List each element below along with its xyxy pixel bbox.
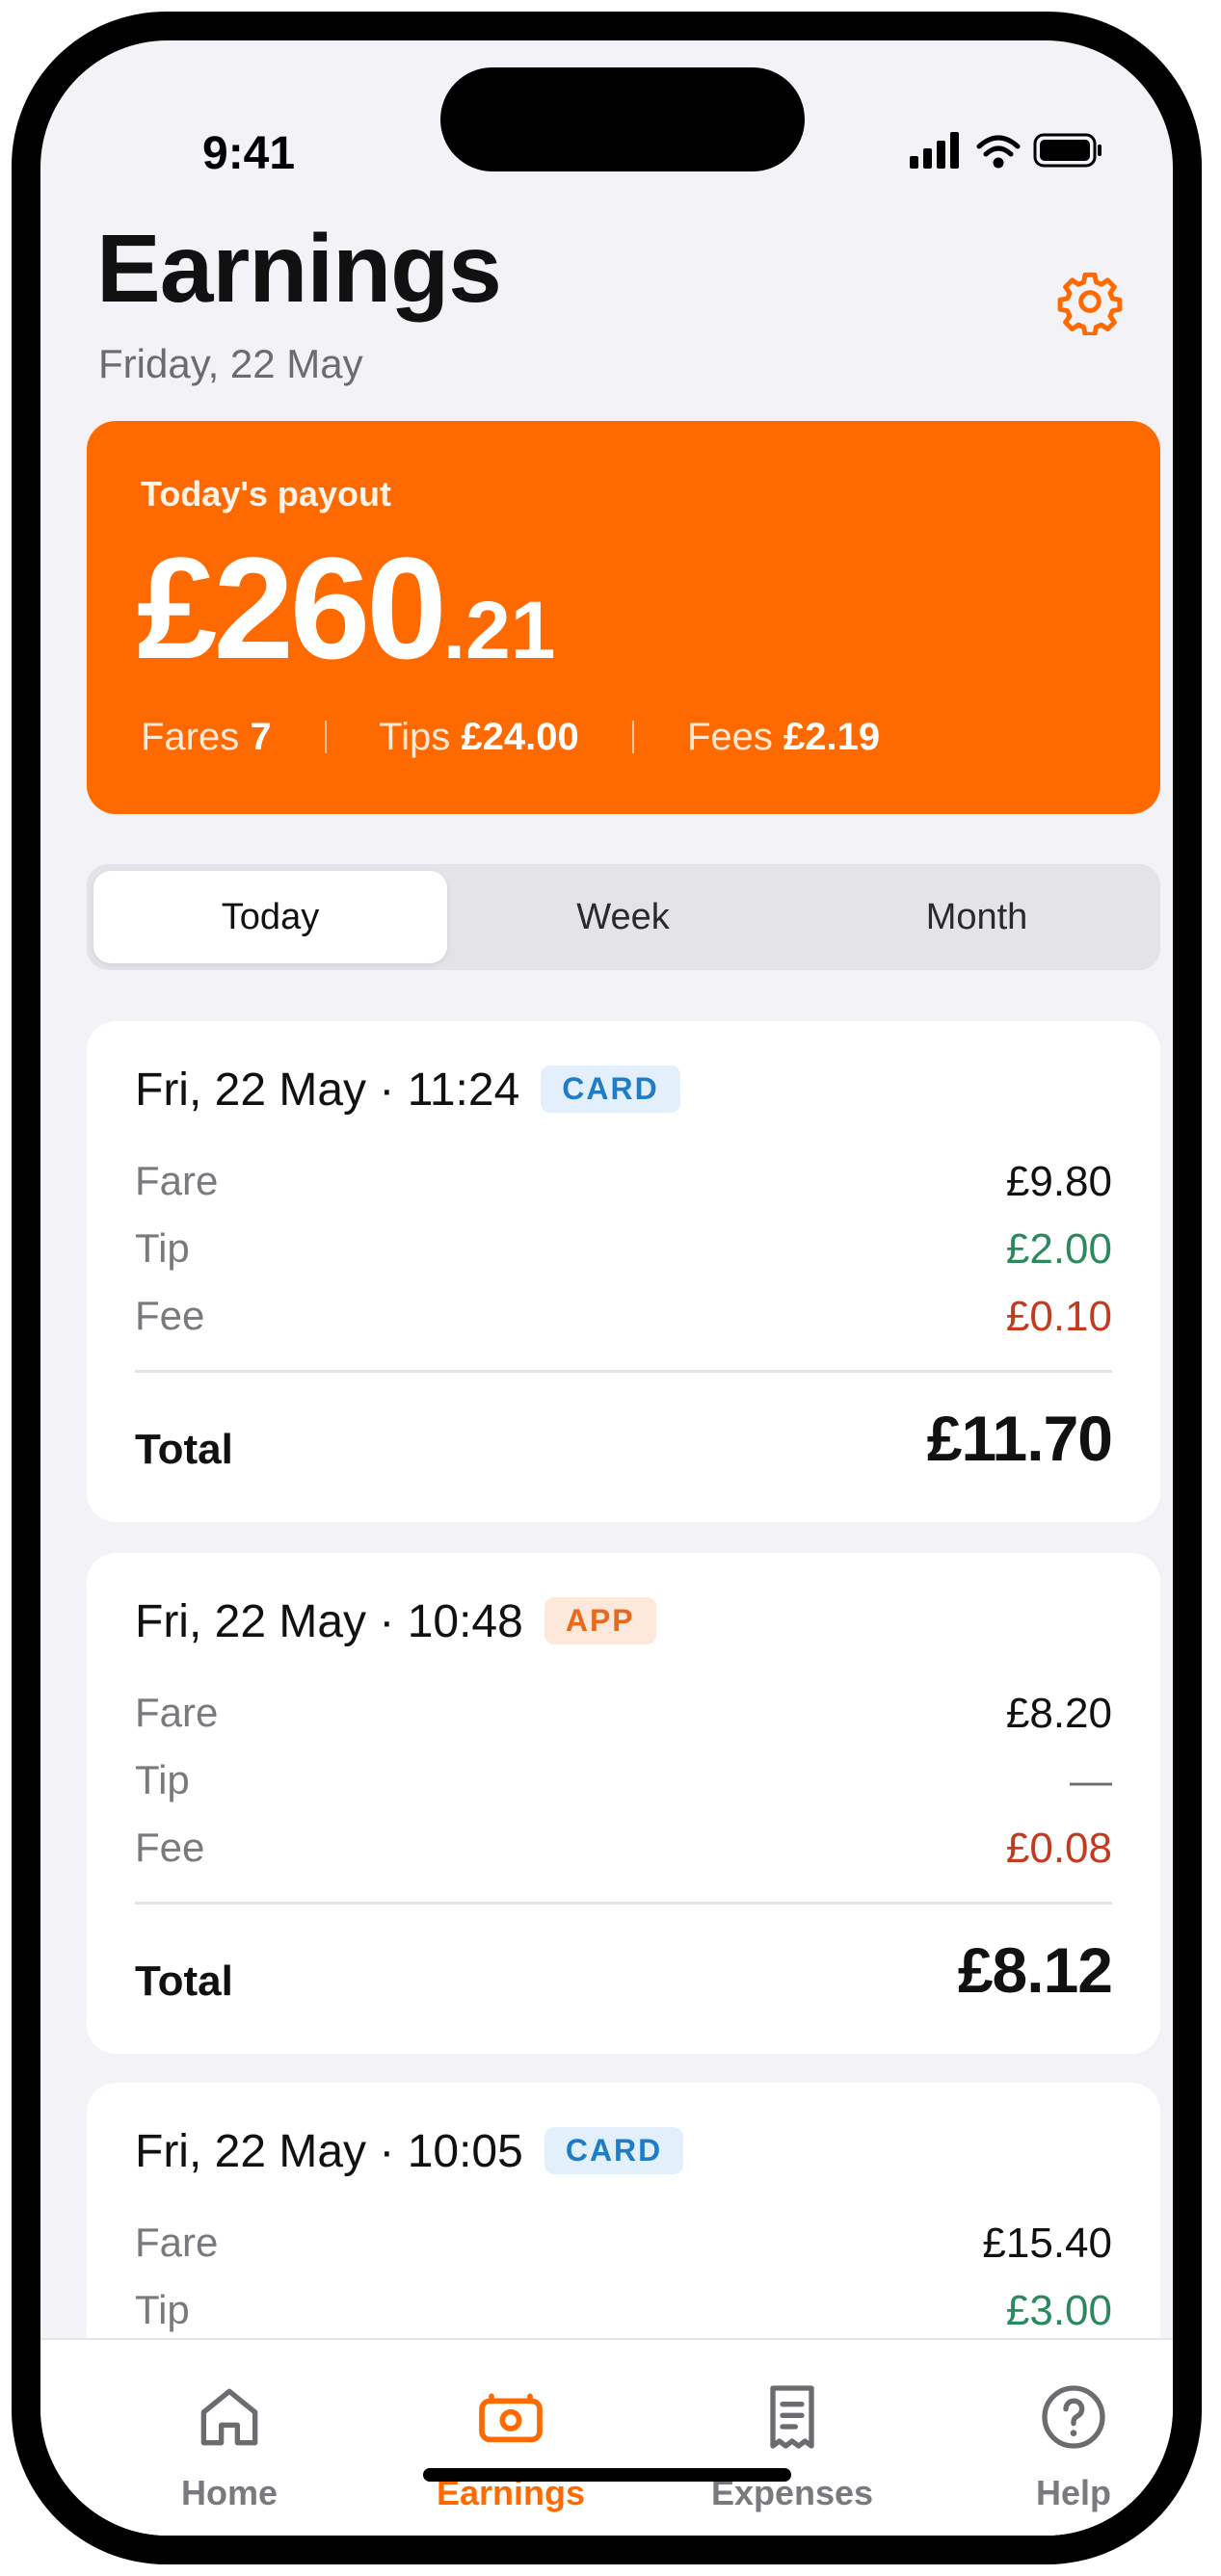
divider (135, 1902, 1112, 1905)
tab-earnings[interactable]: Earnings (414, 2379, 607, 2513)
payout-breakdown: Fares 7 Tips £24.00 Fees £2.19 (141, 716, 880, 759)
fare-value: £9.80 (1005, 1158, 1112, 1205)
fares-label: Fares (141, 716, 240, 758)
payment-badge: CARD (544, 2127, 684, 2174)
trip-card[interactable]: Fri, 22 May · 11:24 CARD Fare £9.80 Tip £… (87, 1021, 1160, 1522)
fees-value: £2.19 (783, 716, 881, 758)
trip-title: Fri, 22 May · 11:24 CARD (135, 1064, 680, 1117)
tip-value: £3.00 (1005, 2287, 1112, 2334)
tip-label: Tip (135, 1757, 190, 1802)
fare-row: Fare £9.80 (135, 1158, 1112, 1216)
page-title: Earnings (96, 215, 502, 323)
tab-bar: Home Earnings Expenses Help (40, 2338, 1173, 2536)
fare-value: £8.20 (1005, 1690, 1112, 1737)
tip-value: — (1070, 1757, 1112, 1804)
fare-row: Fare £15.40 (135, 2220, 1112, 2277)
payment-badge: APP (544, 1597, 656, 1644)
separator (324, 721, 327, 753)
wifi-icon (976, 135, 1021, 169)
payout-amount-main: £260 (137, 527, 447, 689)
tip-value: £2.00 (1005, 1225, 1112, 1273)
total-label: Total (135, 1958, 233, 2005)
period-segmented-control: Today Week Month (87, 864, 1160, 970)
tab-help[interactable]: Help (977, 2379, 1170, 2513)
segment-month[interactable]: Month (800, 871, 1154, 963)
fee-row: Fee £0.08 (135, 1825, 1112, 1882)
fare-value: £15.40 (982, 2220, 1112, 2267)
tips-value: £24.00 (461, 716, 579, 758)
segment-today[interactable]: Today (93, 871, 447, 963)
fees-label: Fees (686, 716, 773, 758)
fee-value: £0.08 (1005, 1825, 1112, 1872)
separator (631, 721, 634, 753)
tab-label: Help (1035, 2473, 1111, 2512)
tab-expenses[interactable]: Expenses (696, 2379, 889, 2513)
trip-title: Fri, 22 May · 10:05 CARD (135, 2125, 684, 2178)
tab-label: Home (180, 2473, 279, 2512)
fare-label: Fare (135, 1690, 219, 1735)
payout-amount: £260.21 (137, 525, 555, 692)
fee-value: £0.10 (1005, 1293, 1112, 1340)
payout-amount-cents: .21 (442, 585, 556, 675)
fee-label: Fee (135, 1293, 205, 1338)
segment-week[interactable]: Week (446, 871, 800, 963)
payment-badge: CARD (541, 1065, 680, 1113)
tip-row: Tip £3.00 (135, 2287, 1112, 2345)
fee-label: Fee (135, 1825, 205, 1870)
total-value: £8.12 (957, 1934, 1113, 2006)
fare-label: Fare (135, 1158, 219, 1203)
fare-label: Fare (135, 2220, 219, 2265)
phone-frame: 9:41 Earnings Friday, 22 May Today's pay… (12, 12, 1202, 2564)
tab-home[interactable]: Home (133, 2379, 326, 2513)
screen: 9:41 Earnings Friday, 22 May Today's pay… (40, 40, 1173, 2536)
fee-row: Fee £0.10 (135, 1293, 1112, 1351)
tip-row: Tip — (135, 1757, 1112, 1815)
settings-button[interactable] (1056, 268, 1124, 337)
status-time: 9:41 (202, 128, 296, 179)
fares-value: 7 (250, 716, 272, 758)
payout-label: Today's payout (141, 474, 391, 513)
trip-datetime: Fri, 22 May · 10:05 (135, 2126, 523, 2177)
trip-card[interactable]: Fri, 22 May · 10:48 APP Fare £8.20 Tip — … (87, 1553, 1160, 2054)
status-icons (871, 127, 1122, 173)
trip-datetime: Fri, 22 May · 11:24 (135, 1065, 520, 1116)
receipt-icon (770, 2385, 814, 2449)
total-label: Total (135, 1426, 233, 1473)
tip-label: Tip (135, 1225, 190, 1271)
tip-row: Tip £2.00 (135, 1225, 1112, 1283)
fare-row: Fare £8.20 (135, 1690, 1112, 1748)
page-date: Friday, 22 May (98, 341, 363, 386)
home-indicator (423, 2468, 791, 2482)
dynamic-island (440, 67, 805, 171)
trip-title: Fri, 22 May · 10:48 APP (135, 1595, 656, 1648)
battery-icon (1033, 133, 1102, 168)
trip-datetime: Fri, 22 May · 10:48 (135, 1596, 523, 1647)
tips-label: Tips (379, 716, 451, 758)
earnings-icon (479, 2393, 543, 2443)
signal-icon (910, 132, 959, 169)
gear-icon (1057, 272, 1123, 337)
home-icon (200, 2388, 258, 2446)
payout-card: Today's payout £260.21 Fares 7 Tips £24.… (87, 421, 1160, 814)
tip-label: Tip (135, 2287, 190, 2332)
divider (135, 1370, 1112, 1373)
help-icon (1042, 2385, 1105, 2449)
total-value: £11.70 (926, 1403, 1113, 1474)
